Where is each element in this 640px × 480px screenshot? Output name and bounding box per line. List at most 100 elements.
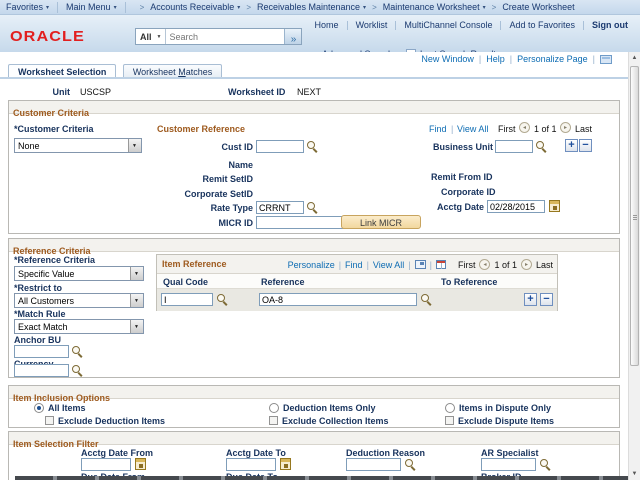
personalize-page-link[interactable]: Personalize Page: [517, 54, 588, 64]
business-unit-lookup-icon[interactable]: [536, 141, 547, 152]
breadcrumb-receivables-maintenance[interactable]: Receivables Maintenance: [257, 2, 366, 12]
grid-delete-row-button[interactable]: −: [540, 293, 553, 306]
qual-code-input[interactable]: [161, 293, 213, 306]
search-bar: All: [135, 28, 303, 45]
separator: |: [429, 259, 432, 270]
acctg-date-input[interactable]: [487, 200, 545, 213]
sign-out-link[interactable]: Sign out: [592, 20, 628, 30]
new-window-link[interactable]: New Window: [421, 54, 474, 64]
reference-input[interactable]: [259, 293, 417, 306]
exclude-collection-items-checkbox[interactable]: [269, 416, 278, 425]
home-link[interactable]: Home: [315, 20, 339, 30]
acctg-date-to-label: Acctg Date To: [226, 448, 286, 458]
grid-add-row-button[interactable]: +: [524, 293, 537, 306]
calendar-icon[interactable]: [280, 458, 291, 470]
reference-criteria-label: *Reference Criteria: [14, 255, 96, 265]
deduction-items-only-label: Deduction Items Only: [283, 403, 376, 413]
previous-row-icon[interactable]: [519, 122, 530, 133]
qual-code-lookup-icon[interactable]: [217, 294, 228, 305]
worksheet-id-label: Worksheet ID: [228, 87, 286, 97]
customer-criteria-label: *Customer Criteria: [14, 124, 94, 134]
all-items-radio[interactable]: [34, 403, 44, 413]
anchor-bu-lookup-icon[interactable]: [72, 346, 83, 357]
customer-criteria-select[interactable]: None: [14, 138, 142, 153]
multichannel-console-link[interactable]: MultiChannel Console: [404, 20, 492, 30]
chevron-right-icon: >: [139, 2, 145, 12]
add-to-favorites-link[interactable]: Add to Favorites: [509, 20, 575, 30]
unit-label: Unit: [52, 87, 71, 97]
grid-view-all-link[interactable]: View All: [373, 260, 404, 270]
separator: |: [338, 259, 342, 270]
separator: |: [366, 259, 369, 270]
currency-input[interactable]: [14, 364, 69, 377]
exclude-collection-items-label: Exclude Collection Items: [282, 416, 389, 426]
search-input[interactable]: [166, 29, 285, 44]
cust-id-lookup-icon[interactable]: [307, 141, 318, 152]
grid-previous-row-icon[interactable]: [479, 259, 491, 270]
add-row-button[interactable]: +: [565, 139, 578, 152]
help-link[interactable]: Help: [486, 54, 505, 64]
grid-find-link[interactable]: Find: [345, 260, 363, 270]
view-all-link[interactable]: View All: [457, 124, 488, 134]
breadcrumb-main-menu[interactable]: Main Menu: [66, 2, 117, 12]
deduction-reason-lookup-icon[interactable]: [405, 459, 416, 470]
match-rule-label: *Match Rule: [14, 309, 66, 319]
item-inclusion-section: Item Inclusion Options All Items Deducti…: [8, 385, 620, 428]
business-unit-input[interactable]: [495, 140, 533, 153]
search-scope-select[interactable]: All: [136, 29, 167, 44]
reference-column-header: Reference: [261, 277, 305, 287]
restrict-to-label: *Restrict to: [14, 283, 63, 293]
next-row-icon[interactable]: [560, 122, 571, 133]
match-rule-select[interactable]: Exact Match: [14, 319, 144, 334]
reference-lookup-icon[interactable]: [421, 294, 432, 305]
exclude-dispute-items-checkbox[interactable]: [445, 416, 454, 425]
scrollbar-thumb[interactable]: [630, 66, 639, 366]
micr-id-input[interactable]: [256, 216, 346, 229]
acctg-date-to-input[interactable]: [226, 458, 276, 471]
peoplesoft-create-worksheet-page: Favorites Main Menu > Accounts Receivabl…: [0, 0, 640, 480]
calendar-icon[interactable]: [549, 200, 560, 212]
dropdown-arrow-icon: [128, 139, 141, 152]
find-link[interactable]: Find: [429, 124, 447, 134]
link-micr-button[interactable]: Link MICR: [341, 215, 421, 229]
worksheet-id-value: NEXT: [297, 87, 322, 97]
delete-row-button[interactable]: −: [579, 139, 592, 152]
cust-id-input[interactable]: [256, 140, 304, 153]
personalize-link[interactable]: Personalize: [288, 260, 335, 270]
customer-reference-title: Customer Reference: [157, 124, 246, 134]
reference-criteria-section: Reference Criteria *Reference Criteria S…: [8, 238, 620, 378]
rate-type-input[interactable]: [256, 201, 304, 214]
copy-url-icon[interactable]: [600, 54, 612, 64]
rate-type-lookup-icon[interactable]: [307, 202, 318, 213]
anchor-bu-input[interactable]: [14, 345, 69, 358]
scroll-down-icon[interactable]: ▼: [629, 468, 640, 480]
items-in-dispute-only-radio[interactable]: [445, 403, 455, 413]
remit-from-id-label: Remit From ID: [431, 172, 493, 182]
breadcrumb-create-worksheet[interactable]: Create Worksheet: [502, 2, 574, 12]
item-selection-filter-section: Item Selection Filter Acctg Date From Ac…: [8, 431, 620, 480]
breadcrumb-maintenance-worksheet[interactable]: Maintenance Worksheet: [383, 2, 486, 12]
scroll-up-icon[interactable]: ▲: [629, 52, 640, 64]
calendar-icon[interactable]: [135, 458, 146, 470]
search-go-button[interactable]: [284, 29, 302, 44]
item-inclusion-title: Item Inclusion Options: [13, 393, 111, 403]
worklist-link[interactable]: Worklist: [356, 20, 388, 30]
header-nav: Home Worklist MultiChannel Console Add t…: [315, 20, 628, 30]
grid-next-row-icon[interactable]: [520, 259, 532, 270]
acctg-date-from-input[interactable]: [81, 458, 131, 471]
deduction-reason-input[interactable]: [346, 458, 401, 471]
ar-specialist-input[interactable]: [481, 458, 536, 471]
unit-value: USCSP: [80, 87, 112, 97]
exclude-deduction-items-checkbox[interactable]: [45, 416, 54, 425]
breadcrumb-favorites[interactable]: Favorites: [6, 2, 49, 12]
oracle-logo: ORACLE: [10, 28, 85, 45]
breadcrumb-accounts-receivable[interactable]: Accounts Receivable: [150, 2, 240, 12]
item-reference-grid: Item Reference Personalize | Find | View…: [156, 254, 558, 311]
currency-lookup-icon[interactable]: [72, 365, 83, 376]
download-grid-icon[interactable]: [435, 260, 446, 269]
deduction-items-only-radio[interactable]: [269, 403, 279, 413]
reference-criteria-select[interactable]: Specific Value: [14, 266, 144, 281]
ar-specialist-lookup-icon[interactable]: [540, 459, 551, 470]
restrict-to-select[interactable]: All Customers: [14, 293, 144, 308]
zoom-grid-icon[interactable]: [414, 260, 426, 269]
